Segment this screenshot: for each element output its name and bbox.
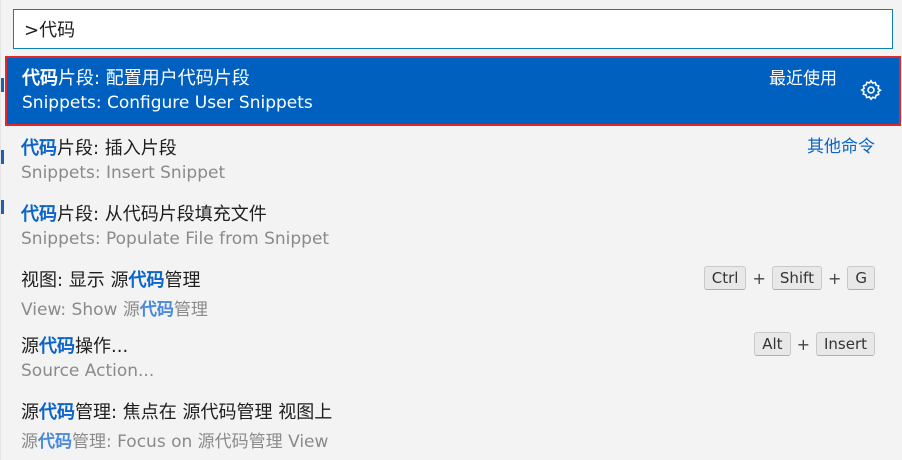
detail-text: 源	[21, 432, 38, 452]
command-list: 代码片段: 配置用户代码片段 Snippets: Configure User …	[1, 56, 902, 456]
label-text: 管理: 焦点在 源代码管理 视图上	[75, 402, 333, 423]
label-text: 片段: 从代码片段填充文件	[57, 204, 267, 225]
gear-icon[interactable]	[859, 78, 883, 102]
match-highlight: 代码	[128, 270, 165, 291]
command-label: 代码片段: 插入片段	[21, 134, 177, 160]
match-highlight: 代码	[22, 68, 58, 89]
match-highlight: 代码	[139, 300, 174, 320]
key-separator: +	[752, 268, 766, 288]
other-commands-link[interactable]: 其他命令	[807, 132, 875, 157]
key-separator: +	[827, 268, 842, 288]
key-g: G	[847, 266, 875, 290]
command-detail: Snippets: Populate File from Snippet	[21, 229, 330, 249]
command-detail: Source Action...	[21, 361, 155, 381]
command-item-source-action[interactable]: 源代码操作... Source Action... Alt + Insert	[1, 324, 902, 390]
label-text: 片段: 配置用户代码片段	[58, 68, 250, 89]
label-text: 视图: 显示 源	[21, 270, 129, 291]
label-text: 操作...	[75, 336, 129, 357]
match-highlight: 代码	[38, 432, 72, 452]
command-item-show-source-control[interactable]: 视图: 显示 源代码管理 View: Show 源代码管理 Ctrl + Shi…	[1, 258, 902, 324]
command-label: 代码片段: 配置用户代码片段	[22, 64, 250, 90]
key-separator: +	[796, 334, 810, 354]
label-text: 源	[21, 336, 39, 357]
command-item-insert-snippet[interactable]: 代码片段: 插入片段 Snippets: Insert Snippet 其他命令	[1, 126, 902, 192]
label-text: 片段: 插入片段	[57, 138, 177, 159]
label-text: 管理	[164, 270, 201, 291]
detail-text: View: Show 源	[21, 300, 140, 320]
command-label: 源代码操作...	[21, 332, 128, 358]
key-insert: Insert	[815, 332, 875, 356]
command-detail: Snippets: Configure User Snippets	[22, 93, 313, 113]
command-item-configure-user-snippets[interactable]: 代码片段: 配置用户代码片段 Snippets: Configure User …	[5, 56, 901, 126]
keybinding: Ctrl + Shift + G	[703, 266, 875, 290]
detail-text: 管理: Focus on 源代码管理 View	[72, 432, 329, 452]
command-label: 源代码管理: 焦点在 源代码管理 视图上	[21, 398, 332, 424]
command-detail: View: Show 源代码管理	[21, 295, 208, 320]
recently-used-label: 最近使用	[769, 69, 837, 89]
key-shift: Shift	[771, 266, 822, 290]
match-highlight: 代码	[39, 402, 75, 423]
command-item-populate-file-from-snippet[interactable]: 代码片段: 从代码片段填充文件 Snippets: Populate File …	[1, 192, 902, 258]
command-palette: 代码片段: 配置用户代码片段 Snippets: Configure User …	[0, 0, 902, 460]
command-detail: 源代码管理: Focus on 源代码管理 View	[21, 427, 328, 452]
command-detail: Snippets: Insert Snippet	[21, 163, 226, 183]
command-search-input[interactable]	[14, 10, 892, 48]
command-input-box	[13, 9, 893, 49]
match-highlight: 代码	[21, 204, 57, 225]
key-ctrl: Ctrl	[703, 266, 747, 290]
detail-text: 管理	[173, 300, 208, 320]
command-label: 视图: 显示 源代码管理	[21, 266, 201, 292]
command-label: 代码片段: 从代码片段填充文件	[21, 200, 267, 226]
match-highlight: 代码	[39, 336, 75, 357]
command-item-focus-source-control-view[interactable]: 源代码管理: 焦点在 源代码管理 视图上 源代码管理: Focus on 源代码…	[1, 390, 902, 456]
keybinding: Alt + Insert	[754, 332, 875, 356]
match-highlight: 代码	[21, 138, 57, 159]
label-text: 源	[21, 402, 39, 423]
key-alt: Alt	[754, 332, 791, 356]
